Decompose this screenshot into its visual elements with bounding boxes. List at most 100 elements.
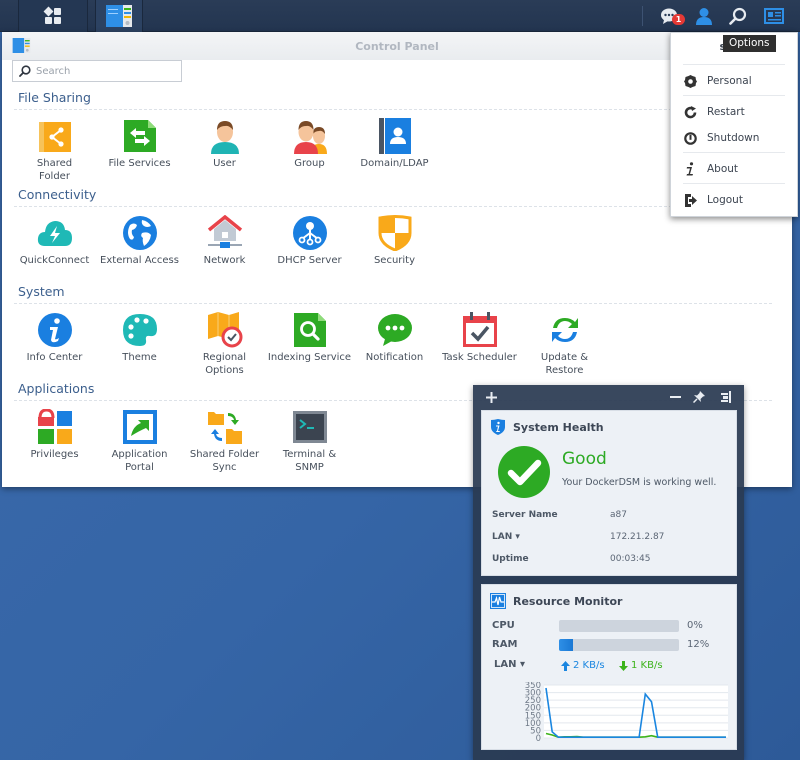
status-good-check-icon (498, 446, 550, 498)
item-label: Task Scheduler (442, 352, 517, 363)
upload-rate: 2 KB/s (561, 660, 605, 671)
logout-icon (684, 193, 697, 207)
collapse-widgets-button[interactable] (715, 387, 735, 407)
item-domain-ldap[interactable]: Domain/LDAP (352, 118, 437, 183)
menu-divider (683, 183, 785, 184)
item-privileges[interactable]: Privileges (12, 409, 97, 474)
item-label: Theme (122, 352, 157, 363)
item-application-portal[interactable]: Application Portal (97, 409, 182, 474)
item-network[interactable]: Network (182, 215, 267, 267)
notification-badge: 1 (672, 14, 685, 25)
ram-percent: 12% (687, 639, 710, 650)
server-name-label: Server Name (492, 510, 558, 520)
item-group[interactable]: Group (267, 118, 352, 183)
minus-icon (669, 396, 681, 398)
item-dhcp-server[interactable]: DHCP Server (267, 215, 352, 267)
map-clock-icon (207, 312, 242, 348)
menu-item-restart[interactable]: Restart (683, 101, 787, 123)
item-label: Info Center (26, 352, 83, 363)
privileges-icon (37, 409, 72, 444)
minimize-widgets-button[interactable] (665, 387, 685, 407)
item-theme[interactable]: Theme (97, 312, 182, 377)
applications-row: Privileges Application Portal Shared Fol… (12, 409, 352, 474)
menu-divider (683, 152, 785, 153)
section-title-connectivity: Connectivity (18, 187, 97, 202)
item-indexing-service[interactable]: Indexing Service (267, 312, 352, 377)
info-i-icon (686, 162, 694, 176)
item-info-center[interactable]: Info Center (12, 312, 97, 377)
network-house-icon (207, 215, 242, 248)
menu-item-logout[interactable]: Logout (683, 189, 787, 211)
chat-icon (377, 314, 412, 346)
item-notification[interactable]: Notification (352, 312, 437, 377)
menu-divider (683, 64, 785, 65)
item-task-scheduler[interactable]: Task Scheduler (437, 312, 522, 377)
restart-icon (684, 105, 696, 118)
cpu-label: CPU (492, 620, 515, 631)
item-label: Shared Folder (36, 158, 73, 182)
search-button[interactable] (722, 0, 754, 32)
item-security[interactable]: Security (352, 215, 437, 267)
ram-usage-bar (559, 639, 679, 651)
user-icon (210, 121, 239, 154)
add-widget-button[interactable] (481, 387, 501, 407)
item-label: User (213, 158, 236, 169)
section-divider (14, 206, 772, 207)
item-file-services[interactable]: File Services (97, 118, 182, 183)
ram-label: RAM (492, 639, 518, 650)
options-button[interactable] (758, 0, 790, 32)
item-label: Shared Folder Sync (189, 449, 260, 473)
item-external-access[interactable]: External Access (97, 215, 182, 267)
info-icon (37, 313, 72, 347)
lan-dropdown[interactable]: LAN ▾ (492, 532, 520, 542)
portal-arrow-icon (122, 410, 157, 444)
download-arrow-icon (619, 660, 628, 671)
domain-ldap-icon (378, 118, 411, 154)
system-health-title: System Health (490, 419, 604, 435)
health-message: Your DockerDSM is working well. (562, 477, 717, 488)
power-icon (683, 131, 697, 145)
taskbar-control-panel-button[interactable] (95, 0, 143, 32)
item-regional-options[interactable]: Regional Options (182, 312, 267, 377)
user-button[interactable] (688, 0, 720, 32)
menu-item-label: Personal (707, 75, 752, 87)
shared-folder-icon (38, 122, 71, 152)
lan-traffic-dropdown[interactable]: LAN ▾ (494, 659, 525, 670)
options-menu: syno Personal Restart Shutdown About Log… (670, 32, 798, 217)
item-user[interactable]: User (182, 118, 267, 183)
gear-icon (683, 74, 697, 88)
item-shared-folder[interactable]: Shared Folder (12, 118, 97, 183)
options-card-icon (764, 8, 784, 24)
notifications-button[interactable]: 1 (654, 0, 686, 32)
system-health-widget: System Health Good Your DockerDSM is wor… (481, 410, 737, 576)
globe-icon (122, 216, 157, 250)
item-label: Security (373, 255, 416, 266)
search-input[interactable] (36, 65, 176, 77)
search-icon (729, 7, 747, 25)
item-update-restore[interactable]: Update & Restore (522, 312, 607, 377)
grid-icon (43, 6, 61, 24)
server-name-value: a87 (610, 510, 627, 520)
item-quickconnect[interactable]: QuickConnect (12, 215, 97, 267)
menu-item-personal[interactable]: Personal (683, 70, 787, 92)
quickconnect-icon (37, 221, 72, 246)
item-shared-folder-sync[interactable]: Shared Folder Sync (182, 409, 267, 474)
pin-widgets-button[interactable] (689, 387, 709, 407)
item-label: Domain/LDAP (360, 158, 429, 169)
cpu-percent: 0% (687, 620, 703, 631)
terminal-icon (292, 411, 327, 443)
menu-item-shutdown[interactable]: Shutdown (683, 127, 787, 149)
menu-item-about[interactable]: About (683, 158, 787, 180)
dhcp-icon (292, 216, 327, 250)
section-divider (14, 303, 772, 304)
item-terminal-snmp[interactable]: Terminal & SNMP (267, 409, 352, 474)
taskbar-separator (642, 6, 643, 26)
item-label: Indexing Service (267, 352, 352, 363)
section-title-file-sharing: File Sharing (18, 90, 91, 105)
menu-item-label: Restart (707, 106, 745, 118)
menu-item-label: Logout (707, 194, 743, 206)
resource-monitor-widget: Resource Monitor CPU 0% RAM 12% LAN ▾ 2 … (481, 584, 737, 750)
section-divider (14, 109, 772, 110)
search-field[interactable] (12, 60, 182, 82)
main-menu-button[interactable] (18, 0, 88, 32)
